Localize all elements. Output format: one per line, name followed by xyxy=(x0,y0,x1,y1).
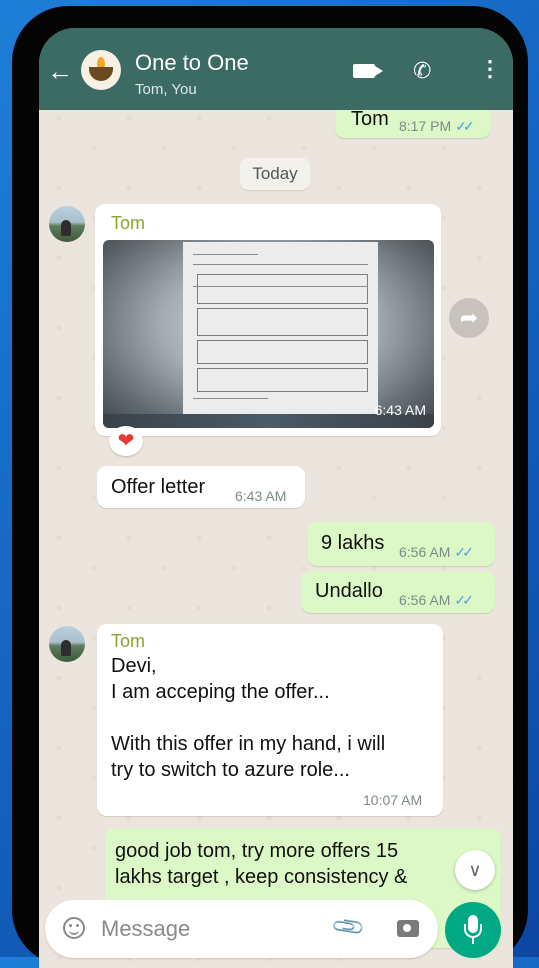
chat-participants[interactable]: Tom, You xyxy=(135,81,197,98)
emoji-icon[interactable] xyxy=(63,917,85,939)
sender-name: Tom xyxy=(111,213,146,233)
read-ticks-icon: ✓✓ xyxy=(454,544,474,560)
message-bubble-outgoing[interactable]: Undallo 6:56 AM ✓✓ xyxy=(301,571,495,613)
message-line: With this offer in my hand, i will xyxy=(111,733,386,755)
back-arrow-icon[interactable]: ← xyxy=(47,58,73,84)
chat-title[interactable]: One to One xyxy=(135,50,249,76)
message-time: 6:56 AM ✓✓ xyxy=(399,592,474,608)
chat-header: ← One to One Tom, You ✆ ⋮ xyxy=(39,28,513,110)
message-line: good job tom, try more offers 15 xyxy=(115,840,399,862)
message-text: Offer letter xyxy=(111,476,206,498)
scroll-down-icon[interactable]: ∨ xyxy=(455,850,495,890)
shared-image[interactable]: 6:43 AM xyxy=(103,240,434,428)
message-time: 6:56 AM ✓✓ xyxy=(399,544,474,560)
avatar[interactable] xyxy=(49,206,85,242)
group-avatar-icon[interactable] xyxy=(81,50,121,90)
sender-name: Tom xyxy=(111,631,146,651)
voice-call-icon[interactable]: ✆ xyxy=(413,58,431,84)
read-ticks-icon: ✓✓ xyxy=(454,592,474,608)
attach-icon[interactable]: 📎 xyxy=(330,908,368,946)
camera-icon[interactable] xyxy=(397,920,419,937)
video-call-icon[interactable] xyxy=(353,64,383,78)
message-line: lakhs target , keep consistency & xyxy=(115,866,408,888)
message-text: Undallo xyxy=(315,580,383,602)
message-time: 10:07 AM xyxy=(363,792,423,808)
document-photo xyxy=(183,242,378,422)
message-time: 6:43 AM xyxy=(374,402,426,418)
read-ticks-icon: ✓✓ xyxy=(455,118,475,134)
chat-screen: ← One to One Tom, You ✆ ⋮ Tom 8:17 PM ✓✓ … xyxy=(39,28,513,968)
message-line: I am acceping the offer... xyxy=(111,681,330,703)
message-bubble-incoming[interactable]: Tom Devi, I am acceping the offer... Wit… xyxy=(97,624,443,816)
mic-button[interactable] xyxy=(445,902,501,958)
heart-reaction-icon[interactable]: ❤ xyxy=(109,426,143,456)
message-text: 9 lakhs xyxy=(321,532,385,554)
message-text: Tom xyxy=(351,108,389,130)
message-line: try to switch to azure role... xyxy=(111,759,350,781)
more-options-icon[interactable]: ⋮ xyxy=(479,58,501,80)
message-composer[interactable]: Message 📎 xyxy=(45,900,438,958)
message-input[interactable]: Message xyxy=(101,916,190,942)
forward-icon[interactable]: ➦ xyxy=(449,298,489,338)
avatar[interactable] xyxy=(49,626,85,662)
message-bubble-outgoing[interactable]: 9 lakhs 6:56 AM ✓✓ xyxy=(307,522,495,566)
message-time: 6:43 AM xyxy=(235,488,287,504)
message-time: 8:17 PM ✓✓ xyxy=(399,118,475,134)
message-line: Devi, xyxy=(111,655,157,677)
date-separator: Today xyxy=(240,158,310,190)
message-bubble-incoming[interactable]: Offer letter 6:43 AM xyxy=(97,466,305,508)
